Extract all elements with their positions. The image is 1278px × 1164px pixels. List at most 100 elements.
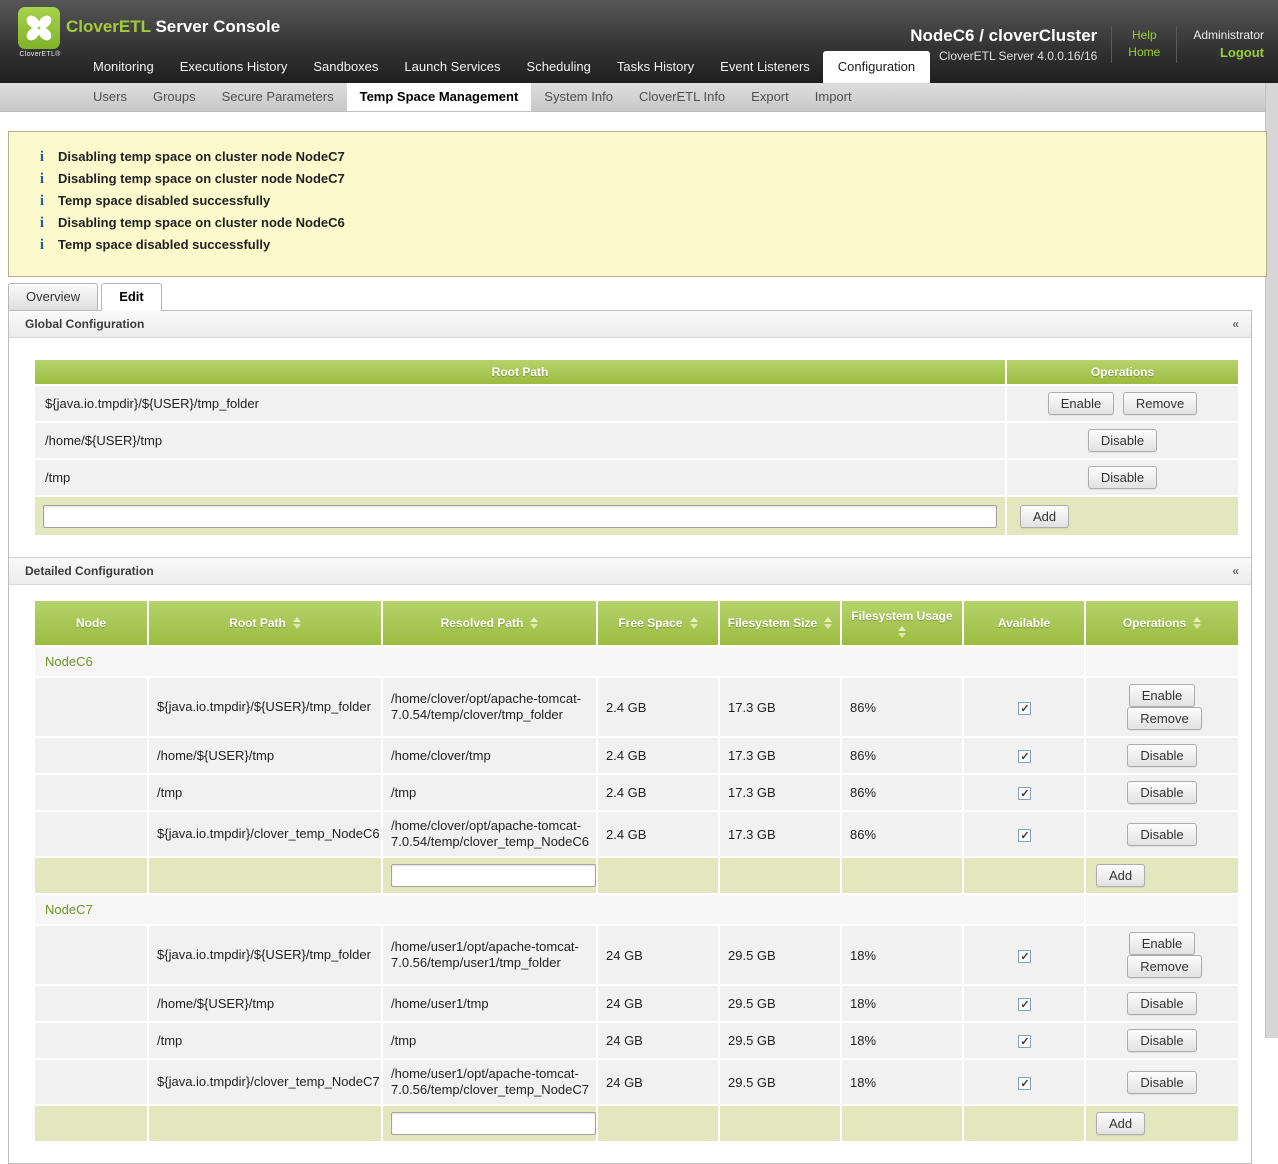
sort-icon[interactable] — [824, 617, 832, 629]
node-cell — [35, 986, 147, 1021]
column-resolved-path[interactable]: Resolved Path — [383, 601, 596, 645]
resolved-path-value: /tmp — [383, 775, 596, 810]
collapse-icon[interactable]: « — [1232, 311, 1239, 337]
table-header-row: Node Root Path Resolved Path Free Space … — [35, 601, 1238, 645]
collapse-icon[interactable]: « — [1232, 558, 1239, 584]
available-cell — [964, 1023, 1084, 1058]
node-group-label: NodeC7 — [35, 895, 1084, 924]
notice-text: Disabling temp space on cluster node Nod… — [58, 171, 345, 186]
new-path-cell — [35, 497, 1005, 535]
filesystem-usage-value: 86% — [842, 812, 962, 856]
available-checkbox[interactable] — [1018, 787, 1031, 800]
sort-icon[interactable] — [530, 617, 538, 629]
global-configuration-body: Root Path Operations ${java.io.tmpdir}/$… — [9, 338, 1251, 557]
add-button[interactable]: Add — [1096, 864, 1145, 887]
subnav-temp-space-management[interactable]: Temp Space Management — [347, 83, 532, 111]
tab-edit[interactable]: Edit — [101, 283, 162, 311]
root-path-value: /tmp — [149, 775, 381, 810]
subnav-secure-parameters[interactable]: Secure Parameters — [209, 83, 347, 111]
filesystem-usage-value: 18% — [842, 1060, 962, 1104]
filesystem-size-value: 29.5 GB — [720, 986, 840, 1021]
available-cell — [964, 986, 1084, 1021]
subnav-system-info[interactable]: System Info — [531, 83, 626, 111]
remove-button[interactable]: Remove — [1127, 955, 1201, 978]
resolved-path-value: /home/clover/opt/apache-tomcat-7.0.54/te… — [383, 812, 596, 856]
subnav-cloveretl-info[interactable]: CloverETL Info — [626, 83, 738, 111]
column-operations[interactable]: Operations — [1086, 601, 1238, 645]
filesystem-usage-cell — [842, 858, 962, 893]
available-checkbox[interactable] — [1018, 750, 1031, 763]
enable-button[interactable]: Enable — [1048, 392, 1114, 415]
node-cell — [35, 738, 147, 773]
filesystem-usage-cell — [842, 1106, 962, 1141]
column-filesystem-size[interactable]: Filesystem Size — [720, 601, 840, 645]
table-header-row: Root Path Operations — [35, 360, 1238, 384]
add-row: Add — [35, 858, 1238, 893]
remove-button[interactable]: Remove — [1123, 392, 1197, 415]
disable-button[interactable]: Disable — [1088, 466, 1157, 489]
disable-button[interactable]: Disable — [1127, 744, 1196, 767]
new-root-path-input[interactable] — [391, 1112, 596, 1135]
nav-executions-history[interactable]: Executions History — [167, 51, 301, 83]
detailed-configuration-body: Node Root Path Resolved Path Free Space … — [9, 585, 1251, 1163]
disable-button[interactable]: Disable — [1127, 823, 1196, 846]
nav-monitoring[interactable]: Monitoring — [80, 51, 167, 83]
sort-icon[interactable] — [690, 617, 698, 629]
home-link[interactable]: Home — [1128, 44, 1160, 61]
new-root-path-input[interactable] — [43, 505, 997, 528]
new-root-path-input[interactable] — [391, 864, 596, 887]
disable-button[interactable]: Disable — [1088, 429, 1157, 452]
username-label: Administrator — [1193, 27, 1264, 43]
help-link[interactable]: Help — [1128, 27, 1160, 44]
subnav-groups[interactable]: Groups — [140, 83, 209, 111]
subnav-export[interactable]: Export — [738, 83, 802, 111]
enable-button[interactable]: Enable — [1129, 932, 1195, 955]
view-tabs: Overview Edit — [8, 283, 1278, 310]
logout-link[interactable]: Logout — [1193, 44, 1264, 61]
node-cell — [35, 812, 147, 856]
operations-cell: Add — [1086, 1106, 1238, 1141]
content-area: i Disabling temp space on cluster node No… — [0, 112, 1278, 1164]
available-cell — [964, 775, 1084, 810]
available-checkbox[interactable] — [1018, 1077, 1031, 1090]
nav-scheduling[interactable]: Scheduling — [514, 51, 604, 83]
resolved-path-value: /home/user1/tmp — [383, 986, 596, 1021]
column-filesystem-usage[interactable]: Filesystem Usage — [842, 601, 962, 645]
sort-icon[interactable] — [1193, 617, 1201, 629]
sort-icon[interactable] — [293, 617, 301, 629]
filesystem-size-cell — [720, 1106, 840, 1141]
remove-button[interactable]: Remove — [1127, 707, 1201, 730]
column-free-space[interactable]: Free Space — [598, 601, 718, 645]
nav-event-listeners[interactable]: Event Listeners — [707, 51, 823, 83]
disable-button[interactable]: Disable — [1127, 992, 1196, 1015]
enable-button[interactable]: Enable — [1129, 684, 1195, 707]
info-icon: i — [37, 234, 47, 256]
tab-overview[interactable]: Overview — [8, 283, 98, 310]
new-path-cell — [383, 1106, 596, 1141]
available-checkbox[interactable] — [1018, 702, 1031, 715]
available-checkbox[interactable] — [1018, 1035, 1031, 1048]
disable-button[interactable]: Disable — [1127, 1029, 1196, 1052]
subnav-users[interactable]: Users — [80, 83, 140, 111]
column-available[interactable]: Available — [964, 601, 1084, 645]
table-row: /home/${USER}/tmp /home/user1/tmp 24 GB … — [35, 986, 1238, 1021]
disable-button[interactable]: Disable — [1127, 781, 1196, 804]
available-checkbox[interactable] — [1018, 829, 1031, 842]
column-node[interactable]: Node — [35, 601, 147, 645]
sort-icon[interactable] — [898, 626, 906, 638]
column-root-path[interactable]: Root Path — [149, 601, 381, 645]
available-cell — [964, 678, 1084, 736]
nav-sandboxes[interactable]: Sandboxes — [300, 51, 391, 83]
cloveretl-logo-icon[interactable] — [18, 7, 60, 49]
nav-launch-services[interactable]: Launch Services — [391, 51, 513, 83]
node-group-ops-cell — [1086, 895, 1238, 924]
available-checkbox[interactable] — [1018, 998, 1031, 1011]
disable-button[interactable]: Disable — [1127, 1071, 1196, 1094]
node-cell — [35, 1023, 147, 1058]
subnav-import[interactable]: Import — [802, 83, 865, 111]
add-button[interactable]: Add — [1020, 505, 1069, 528]
nav-tasks-history[interactable]: Tasks History — [604, 51, 707, 83]
add-button[interactable]: Add — [1096, 1112, 1145, 1135]
available-checkbox[interactable] — [1018, 950, 1031, 963]
root-path-value: /home/${USER}/tmp — [149, 738, 381, 773]
